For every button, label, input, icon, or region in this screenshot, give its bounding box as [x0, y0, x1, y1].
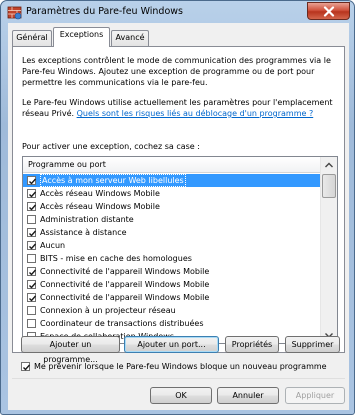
firewall-icon: [7, 5, 22, 20]
network-location-text: Le Pare-feu Windows utilise actuellement…: [22, 97, 337, 119]
list-item[interactable]: Connectivité de l'appareil Windows Mobil…: [23, 291, 321, 304]
list-item[interactable]: Accès réseau Windows Mobile: [23, 200, 321, 213]
list-item[interactable]: Connexion à un projecteur réseau: [23, 304, 321, 317]
checkmark-icon: [29, 178, 37, 185]
properties-button[interactable]: Propriétés: [225, 336, 279, 353]
ok-button[interactable]: OK: [150, 387, 212, 404]
list-item-checkbox[interactable]: [27, 267, 37, 276]
checkmark-icon: [29, 230, 37, 237]
dialog-client-area: Général Exceptions Avancé Les exceptions…: [8, 23, 349, 410]
list-item[interactable]: BITS - mise en cache des homologues: [23, 252, 321, 265]
intro-paragraph: Les exceptions contrôlent le mode de com…: [22, 56, 331, 87]
checkmark-icon: [29, 295, 37, 302]
list-item-label: Accès réseau Windows Mobile: [40, 202, 160, 211]
list-rows: Accès à mon serveur Web libellules Accès …: [23, 174, 321, 343]
list-item[interactable]: Accès à mon serveur Web libellules: [23, 174, 321, 187]
list-item-checkbox[interactable]: [27, 176, 37, 185]
add-port-button[interactable]: Ajouter un port...: [124, 336, 219, 353]
checkmark-icon: [29, 282, 37, 289]
tab-general[interactable]: Général: [12, 30, 52, 46]
separator: [12, 378, 345, 379]
add-program-button[interactable]: Ajouter un programme...: [21, 336, 120, 364]
firewall-settings-window: Paramètres du Pare-feu Windows Général E…: [0, 0, 355, 415]
checkmark-icon: [29, 204, 37, 211]
list-item[interactable]: Accès réseau Windows Mobile: [23, 187, 321, 200]
apply-button[interactable]: Appliquer: [285, 387, 345, 404]
checkmark-icon: [29, 269, 37, 276]
list-item-checkbox[interactable]: [27, 319, 36, 328]
list-item-label: Administration distante: [40, 215, 134, 224]
list-item-label: Coordinateur de transactions distribuées: [40, 319, 204, 328]
list-item[interactable]: Aucun: [23, 239, 321, 252]
checkmark-icon: [29, 243, 37, 250]
list-item[interactable]: Coordinateur de transactions distribuées: [23, 317, 321, 330]
list-item-checkbox[interactable]: [27, 228, 37, 237]
checkmark-icon: [23, 364, 31, 371]
notify-label: Me prévenir lorsque le Pare-feu Windows …: [34, 362, 327, 371]
list-item[interactable]: Connectivité de l'appareil Windows Mobil…: [23, 278, 321, 291]
notify-checkbox[interactable]: [21, 362, 31, 371]
exceptions-panel: Les exceptions contrôlent le mode de com…: [12, 46, 345, 353]
tab-advanced[interactable]: Avancé: [111, 30, 149, 46]
list-item-checkbox[interactable]: [27, 254, 36, 263]
list-item-checkbox[interactable]: [27, 215, 36, 224]
list-item-label: Connectivité de l'appareil Windows Mobil…: [40, 293, 210, 302]
list-item-checkbox[interactable]: [27, 189, 37, 198]
list-item-checkbox[interactable]: [27, 306, 36, 315]
cancel-button[interactable]: Annuler: [217, 387, 279, 404]
list-item-label: Accès réseau Windows Mobile: [40, 189, 160, 198]
tab-exceptions[interactable]: Exceptions: [53, 27, 110, 47]
list-item[interactable]: Assistance à distance: [23, 226, 321, 239]
list-item-checkbox[interactable]: [27, 293, 37, 302]
scroll-thumb[interactable]: [322, 174, 336, 198]
list-item-label: Connectivité de l'appareil Windows Mobil…: [40, 280, 210, 289]
exceptions-list[interactable]: Programme ou port Accès à mon serveur We…: [22, 156, 338, 344]
list-item-label: Connexion à un projecteur réseau: [40, 306, 176, 315]
checkmark-icon: [29, 191, 37, 198]
list-item-checkbox[interactable]: [27, 280, 37, 289]
instruction-text: Pour activer une exception, cochez sa ca…: [22, 142, 200, 151]
remove-button[interactable]: Supprimer: [285, 336, 340, 353]
close-button[interactable]: [307, 2, 350, 20]
list-item-label: Assistance à distance: [40, 228, 127, 237]
risks-link[interactable]: Quels sont les risques liés au déblocage…: [77, 109, 314, 118]
list-scrollbar[interactable]: [320, 157, 337, 343]
notify-option[interactable]: Me prévenir lorsque le Pare-feu Windows …: [21, 360, 341, 373]
list-column-header[interactable]: Programme ou port: [23, 157, 321, 173]
window-title: Paramètres du Pare-feu Windows: [26, 6, 183, 17]
list-item-label: Aucun: [40, 241, 66, 250]
list-item-label: Connectivité de l'appareil Windows Mobil…: [40, 267, 210, 276]
title-bar[interactable]: Paramètres du Pare-feu Windows: [1, 1, 355, 23]
list-item-label: BITS - mise en cache des homologues: [40, 254, 192, 263]
list-item-label: Accès à mon serveur Web libellules: [40, 174, 186, 187]
list-item[interactable]: Connectivité de l'appareil Windows Mobil…: [23, 265, 321, 278]
list-item[interactable]: Administration distante: [23, 213, 321, 226]
scroll-up-button[interactable]: [321, 157, 337, 173]
list-item-checkbox[interactable]: [27, 241, 37, 250]
list-item-checkbox[interactable]: [27, 202, 37, 211]
